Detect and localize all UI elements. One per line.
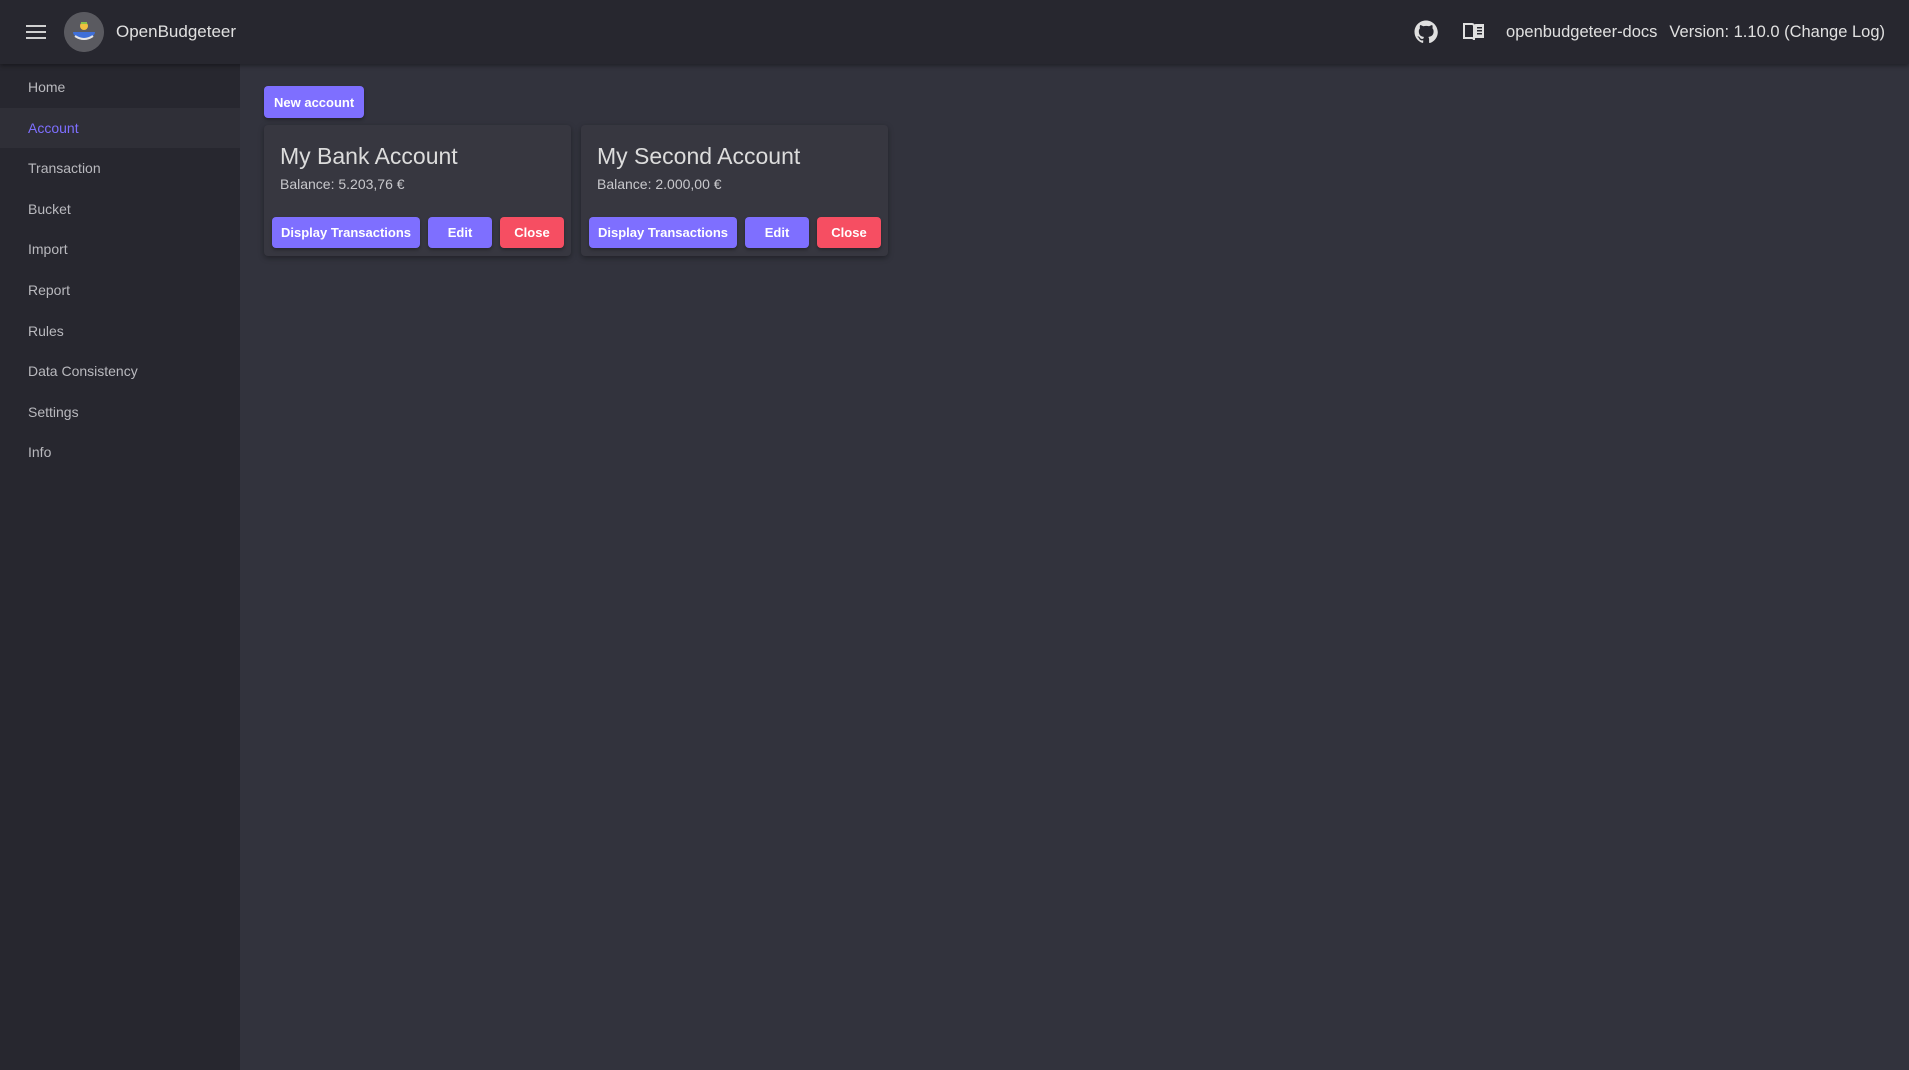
sidebar-item-info[interactable]: Info	[0, 432, 240, 473]
version-label: Version: 1.10.0 (Change Log)	[1669, 23, 1885, 42]
account-actions: Display Transactions Edit Close	[589, 217, 889, 248]
sidebar-item-rules[interactable]: Rules	[0, 311, 240, 352]
app-bar-right: openbudgeteer-docs Version: 1.10.0 (Chan…	[1398, 0, 1885, 64]
display-transactions-button[interactable]: Display Transactions	[272, 217, 420, 248]
version-text: Version: 1.10.0	[1669, 22, 1785, 41]
account-balance: Balance: 2.000,00 €	[597, 176, 722, 192]
account-cards: My Bank Account Balance: 5.203,76 € Disp…	[264, 125, 1885, 256]
account-name: My Bank Account	[280, 143, 458, 169]
close-account-button[interactable]: Close	[817, 217, 881, 248]
sidebar-item-account[interactable]: Account	[0, 107, 240, 149]
edit-account-button[interactable]: Edit	[428, 217, 492, 248]
sidebar: Home Account Transaction Bucket Import R…	[0, 64, 240, 1070]
app-bar: OpenBudgeteer openbudgeteer-docs Version…	[0, 0, 1909, 64]
sidebar-item-home[interactable]: Home	[0, 67, 240, 108]
sidebar-item-report[interactable]: Report	[0, 270, 240, 311]
sidebar-item-transaction[interactable]: Transaction	[0, 148, 240, 189]
account-card: My Bank Account Balance: 5.203,76 € Disp…	[264, 125, 571, 256]
account-card: My Second Account Balance: 2.000,00 € Di…	[581, 125, 888, 256]
sidebar-item-bucket[interactable]: Bucket	[0, 189, 240, 230]
docs-link[interactable]: openbudgeteer-docs	[1506, 23, 1657, 42]
edit-account-button[interactable]: Edit	[745, 217, 809, 248]
menu-icon[interactable]	[16, 12, 56, 52]
close-account-button[interactable]: Close	[500, 217, 564, 248]
sidebar-item-settings[interactable]: Settings	[0, 392, 240, 433]
account-actions: Display Transactions Edit Close	[272, 217, 572, 248]
changelog-link[interactable]: (Change Log)	[1784, 23, 1885, 41]
sidebar-item-data-consistency[interactable]: Data Consistency	[0, 351, 240, 392]
github-icon[interactable]	[1406, 12, 1446, 52]
sidebar-item-import[interactable]: Import	[0, 229, 240, 270]
account-balance: Balance: 5.203,76 €	[280, 176, 405, 192]
new-account-button[interactable]: New account	[264, 86, 365, 118]
main-content: New account My Bank Account Balance: 5.2…	[240, 64, 1909, 1070]
app-logo[interactable]	[64, 12, 104, 52]
app-title[interactable]: OpenBudgeteer	[116, 22, 236, 42]
book-icon[interactable]	[1454, 12, 1494, 52]
display-transactions-button[interactable]: Display Transactions	[589, 217, 737, 248]
account-name: My Second Account	[597, 143, 801, 169]
